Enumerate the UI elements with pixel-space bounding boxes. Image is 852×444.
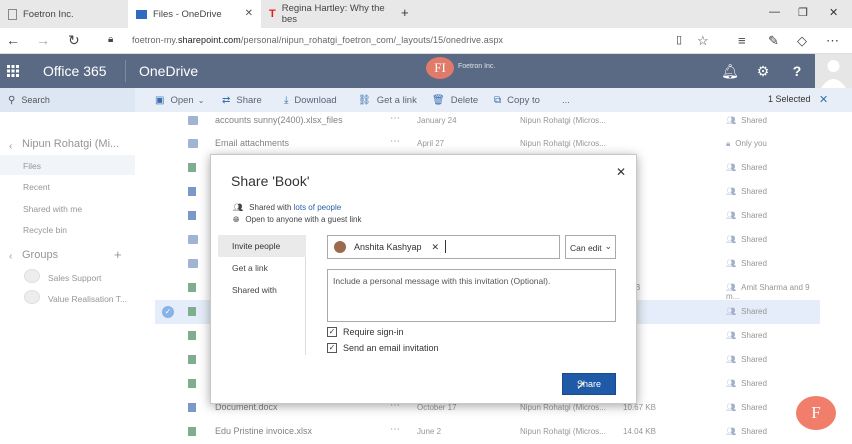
reading-view-icon[interactable]: ▯ [676,33,682,46]
help-icon[interactable]: ? [781,54,813,88]
share-browser-icon[interactable]: ◇ [797,33,807,49]
window-close-icon[interactable]: ✕ [829,6,838,19]
copy-icon: ⧉ [494,94,502,106]
url-domain: sharepoint.com [177,35,241,45]
browser-tab[interactable]: Foetron Inc. [0,0,128,28]
open-label: Open [170,94,194,106]
send-email-label: Send an email invitation [343,343,439,353]
browser-tab-bar: Foetron Inc. Files - OneDrive ✕ T Regina… [0,0,852,28]
delete-label: Delete [450,94,479,106]
browser-tab[interactable]: T Regina Hartley: Why the bes [261,0,396,28]
app-name[interactable]: OneDrive [139,63,198,79]
dialog-tabs: Invite people Get a link Shared with [218,235,306,355]
org-name: Foetron Inc. [458,63,496,70]
remove-invitee-icon[interactable]: ✕ [432,242,440,253]
office365-link[interactable]: Office 365 [43,63,107,79]
send-email-checkbox[interactable]: ✓ [327,343,337,353]
selection-count: 1 Selected [768,94,811,104]
invite-people-input[interactable]: Anshita Kashyap ✕ [327,235,560,259]
permission-select[interactable]: Can edit ⌄ [565,235,616,259]
dialog-title: Share 'Book' [231,173,310,189]
new-tab-icon[interactable]: + [401,5,409,20]
shared-prefix: Shared with [249,203,294,212]
close-tab-icon[interactable]: ✕ [245,8,253,19]
require-signin-checkbox[interactable]: ✓ [327,327,337,337]
search-input[interactable]: ⚲ Search [0,88,135,112]
tab-get-a-link[interactable]: Get a link [218,257,306,279]
link-icon: ⛓ [358,94,371,106]
org-logo: FI [426,57,454,79]
ted-icon: T [269,8,276,20]
back-icon[interactable]: ← [6,32,20,48]
address-bar: ← → ↻ 🔒︎ foetron-my.sharepoint.com/perso… [0,28,852,54]
invitee-avatar [334,241,346,253]
url-path: /personal/nipun_rohatgi_foetron_com/_lay… [240,35,504,45]
personal-message-textarea[interactable]: Include a personal message with this inv… [327,269,616,322]
globe-icon: 🌐︎ [233,215,240,224]
share-label: Share [236,94,262,106]
search-icon: ⚲ [8,94,16,106]
get-link-label: Get a link [376,94,417,106]
onedrive-folder-icon [136,9,147,19]
download-icon: ⤓ [284,94,289,106]
invitee-name: Anshita Kashyap [354,242,422,252]
guest-link-text: Open to anyone with a guest link [245,215,362,224]
more-icon[interactable]: ⋯ [826,33,839,49]
lock-icon: 🔒︎ [108,34,114,45]
web-note-icon[interactable]: ✎ [768,33,779,49]
refresh-icon[interactable]: ↻ [68,32,80,49]
tab-invite-people[interactable]: Invite people [218,235,306,257]
favorite-star-icon[interactable]: ☆ [697,33,709,49]
trash-icon: 🗑︎ [432,94,445,106]
download-label: Download [294,94,337,106]
browser-tab-active[interactable]: Files - OneDrive ✕ [128,0,261,28]
shared-with-summary: 👥︎ Shared with lots of people [233,203,341,212]
url-field[interactable]: foetron-my.sharepoint.com/personal/nipun… [132,35,503,45]
share-icon: ⇄ [222,94,231,106]
tab-title: Foetron Inc. [23,8,74,20]
excel-icon: ▣ [155,94,165,106]
require-signin-row: ✓ Require sign-in [327,327,404,337]
require-signin-label: Require sign-in [343,327,404,337]
url-prefix: foetron-my. [132,35,178,45]
search-placeholder: Search [21,95,50,105]
app-launcher-icon[interactable] [0,54,26,88]
permission-value: Can edit [570,243,602,253]
foetron-floating-button[interactable]: F [796,396,836,430]
tab-title: Files - OneDrive [153,8,222,20]
guest-link-summary: 🌐︎ Open to anyone with a guest link [233,215,361,225]
mouse-cursor-icon: ➚ [576,378,587,392]
copy-to-label: Copy to [507,94,540,106]
share-button[interactable]: Share [562,373,616,395]
minimize-icon[interactable]: — [769,6,780,18]
tab-shared-with[interactable]: Shared with [218,279,306,301]
send-email-row: ✓ Send an email invitation [327,343,439,353]
forward-icon[interactable]: → [36,32,50,48]
clear-selection-icon[interactable]: ✕ [819,93,828,106]
maximize-icon[interactable]: ❐ [798,6,808,19]
text-caret [445,240,446,253]
shared-with-link[interactable]: lots of people [294,203,342,212]
people-icon: 👥︎ [233,203,244,212]
invitee-chip: Anshita Kashyap ✕ [331,239,445,255]
hub-icon[interactable]: ≡ [738,33,746,48]
chevron-down-icon: ⌄ [197,95,205,105]
page-icon [8,8,17,20]
chevron-down-icon: ⌄ [604,241,612,251]
share-dialog: Share 'Book' ✕ 👥︎ Shared with lots of peo… [210,154,637,404]
divider [125,60,126,82]
tab-title: Regina Hartley: Why the bes [281,3,385,25]
message-placeholder: Include a personal message with this inv… [333,276,551,286]
dialog-close-icon[interactable]: ✕ [616,165,626,179]
user-avatar[interactable] [815,54,852,88]
notifications-bell-icon[interactable]: 🔔︎ [714,54,746,88]
settings-gear-icon[interactable]: ⚙ [747,54,779,88]
